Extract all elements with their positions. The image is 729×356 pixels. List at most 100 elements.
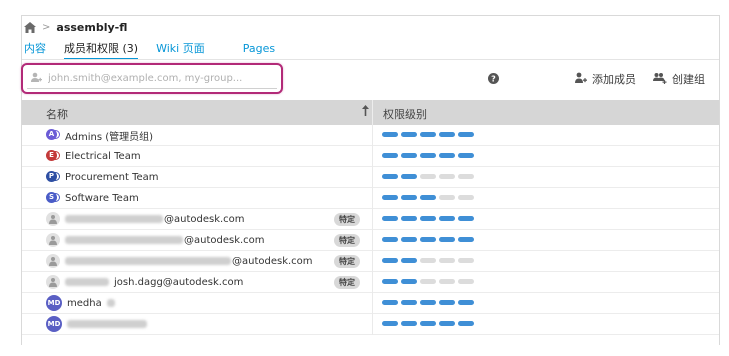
group-avatar-icon: P bbox=[46, 170, 60, 184]
level-segment bbox=[382, 237, 398, 242]
table-row[interactable]: josh.dagg@autodesk.com 特定 bbox=[22, 272, 719, 293]
permission-level[interactable] bbox=[382, 237, 474, 242]
level-segment bbox=[401, 237, 417, 242]
permission-level[interactable] bbox=[382, 321, 474, 326]
specific-badge: 特定 bbox=[334, 276, 360, 289]
permission-level[interactable] bbox=[382, 153, 474, 158]
member-cell: @autodesk.com bbox=[46, 254, 313, 268]
column-divider bbox=[372, 230, 373, 251]
member-name: Electrical Team bbox=[65, 150, 141, 162]
level-segment bbox=[458, 195, 474, 200]
breadcrumb-project[interactable]: assembly-fl bbox=[56, 21, 127, 34]
user-icon bbox=[31, 72, 42, 86]
level-segment bbox=[439, 258, 455, 263]
level-segment bbox=[458, 321, 474, 326]
column-divider bbox=[372, 100, 373, 125]
member-cell: A Admins (管理员组) bbox=[46, 128, 153, 143]
level-segment bbox=[401, 153, 417, 158]
level-segment bbox=[439, 237, 455, 242]
help-icon[interactable]: ? bbox=[488, 73, 499, 87]
member-name: Procurement Team bbox=[65, 171, 159, 183]
level-segment bbox=[420, 300, 436, 305]
level-segment bbox=[382, 279, 398, 284]
group-avatar-icon: E bbox=[46, 149, 60, 163]
level-segment bbox=[439, 153, 455, 158]
table-row[interactable]: E Electrical Team bbox=[22, 146, 719, 167]
column-divider bbox=[372, 293, 373, 314]
permission-level[interactable] bbox=[382, 174, 474, 179]
level-segment bbox=[420, 174, 436, 179]
column-divider bbox=[372, 125, 373, 146]
level-segment bbox=[420, 153, 436, 158]
chevron-right-icon: > bbox=[42, 21, 51, 33]
permission-level[interactable] bbox=[382, 195, 474, 200]
redacted-text bbox=[65, 278, 109, 286]
table-row[interactable]: @autodesk.com 特定 bbox=[22, 251, 719, 272]
table-row[interactable]: S Software Team bbox=[22, 188, 719, 209]
sort-arrow-icon[interactable] bbox=[362, 105, 369, 119]
breadcrumb: > assembly-fl bbox=[24, 19, 127, 35]
level-segment bbox=[458, 174, 474, 179]
table-row[interactable]: MD bbox=[22, 314, 719, 335]
table-row[interactable]: P Procurement Team bbox=[22, 167, 719, 188]
tab-pages[interactable]: Pages bbox=[243, 42, 275, 60]
level-segment bbox=[420, 258, 436, 263]
search-input[interactable] bbox=[48, 73, 273, 84]
create-group-label: 创建组 bbox=[672, 73, 705, 86]
member-email: @autodesk.com bbox=[65, 235, 265, 246]
group-ring bbox=[54, 130, 60, 139]
level-segment bbox=[439, 321, 455, 326]
create-group-button[interactable]: 创建组 bbox=[653, 71, 705, 87]
table-row[interactable]: @autodesk.com 特定 bbox=[22, 230, 719, 251]
member-name: medha bbox=[67, 297, 102, 309]
member-email: @autodesk.com bbox=[65, 214, 245, 225]
column-divider bbox=[372, 146, 373, 167]
user-icon bbox=[46, 233, 60, 247]
add-user-icon bbox=[575, 72, 587, 87]
add-member-button[interactable]: 添加成员 bbox=[575, 71, 636, 87]
level-segment bbox=[420, 195, 436, 200]
member-cell: P Procurement Team bbox=[46, 170, 159, 184]
level-segment bbox=[382, 258, 398, 263]
table-row[interactable]: A Admins (管理员组) bbox=[22, 125, 719, 146]
member-cell: @autodesk.com bbox=[46, 233, 265, 247]
permission-level[interactable] bbox=[382, 258, 474, 263]
level-segment bbox=[439, 195, 455, 200]
column-divider bbox=[372, 272, 373, 293]
level-segment bbox=[420, 279, 436, 284]
table-row[interactable]: MD medha bbox=[22, 293, 719, 314]
permission-level[interactable] bbox=[382, 300, 474, 305]
redacted-text bbox=[67, 320, 147, 328]
specific-badge: 特定 bbox=[334, 255, 360, 268]
level-segment bbox=[382, 132, 398, 137]
level-segment bbox=[382, 174, 398, 179]
tab-content[interactable]: 内容 bbox=[24, 42, 46, 60]
member-cell: MD bbox=[46, 316, 147, 332]
table-row[interactable]: @autodesk.com 特定 bbox=[22, 209, 719, 230]
tab-wiki[interactable]: Wiki 页面 bbox=[156, 42, 205, 60]
avatar: MD bbox=[46, 295, 62, 311]
member-cell: E Electrical Team bbox=[46, 149, 141, 163]
member-name: Software Team bbox=[65, 192, 139, 204]
member-search-box[interactable] bbox=[21, 63, 283, 94]
permission-level[interactable] bbox=[382, 132, 474, 137]
level-segment bbox=[401, 258, 417, 263]
svg-text:?: ? bbox=[491, 75, 496, 84]
column-divider bbox=[372, 251, 373, 272]
email-domain: @autodesk.com bbox=[232, 255, 313, 267]
group-avatar-icon: A bbox=[46, 128, 60, 142]
tab-divider bbox=[22, 59, 719, 60]
level-segment bbox=[458, 279, 474, 284]
permission-level[interactable] bbox=[382, 216, 474, 221]
permission-level[interactable] bbox=[382, 279, 474, 284]
redacted-text bbox=[106, 299, 115, 307]
level-segment bbox=[439, 279, 455, 284]
home-icon[interactable] bbox=[24, 21, 36, 33]
members-table: 名称 权限级别 A Admins (管理员组) E Electrical Tea… bbox=[22, 100, 719, 335]
column-header-name[interactable]: 名称 bbox=[46, 106, 68, 122]
column-divider bbox=[372, 209, 373, 230]
level-segment bbox=[458, 300, 474, 305]
redacted-text bbox=[65, 236, 183, 244]
tab-members[interactable]: 成员和权限 (3) bbox=[64, 42, 139, 60]
level-segment bbox=[439, 300, 455, 305]
